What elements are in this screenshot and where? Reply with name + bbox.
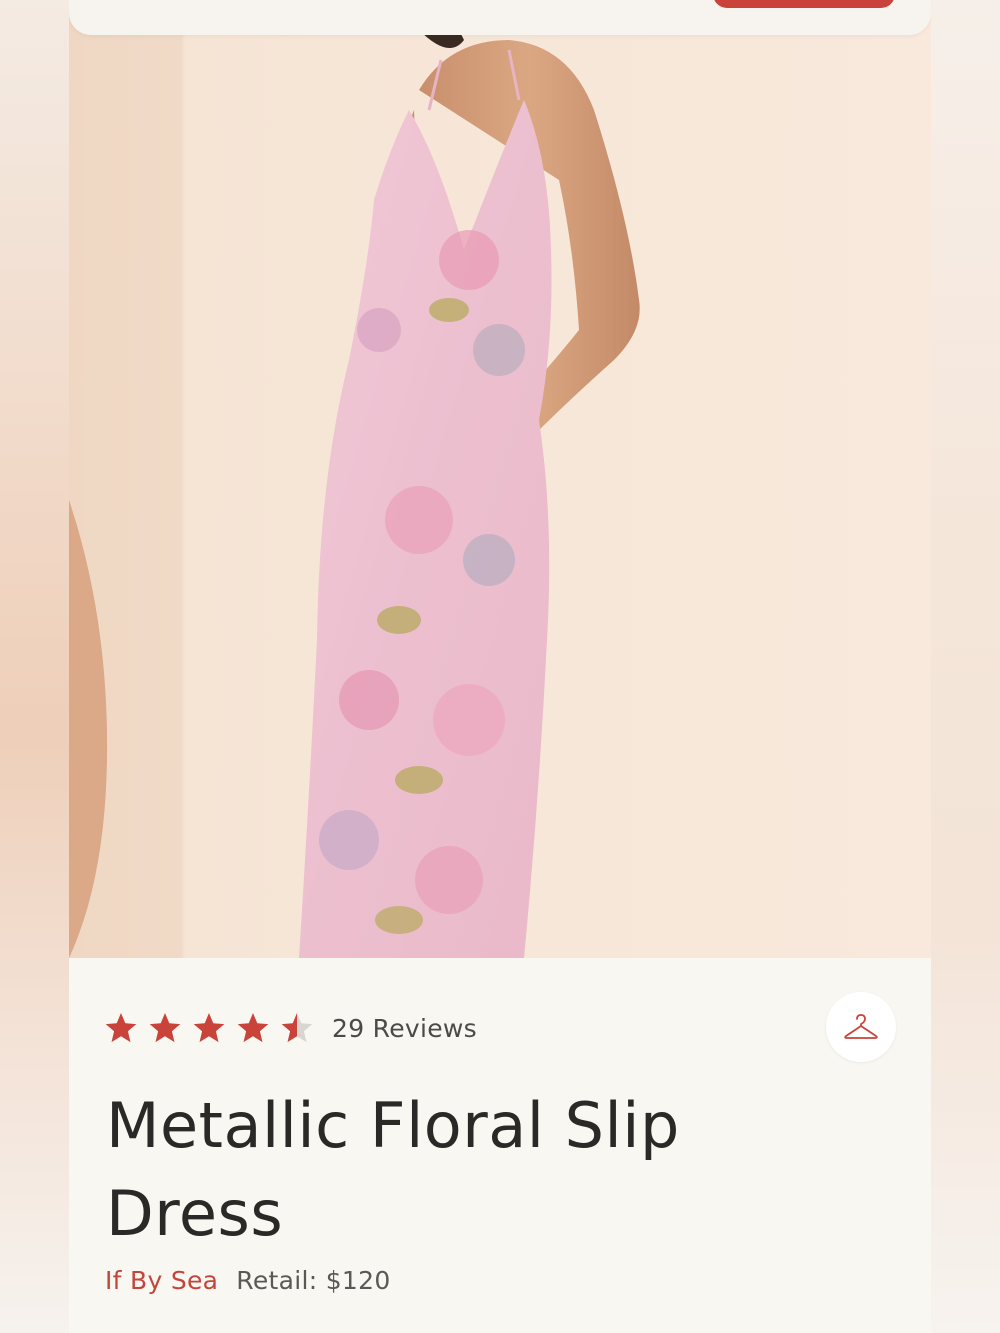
- star-icon: [281, 1013, 313, 1043]
- rating-row[interactable]: 29 Reviews: [104, 1010, 477, 1046]
- star-icon: [193, 1013, 225, 1043]
- brand-link[interactable]: If By Sea: [105, 1266, 218, 1295]
- product-info: 29 Reviews Metallic Floral Slip Dress If…: [69, 958, 931, 1333]
- retail-price: Retail: $120: [236, 1266, 391, 1295]
- star-icon: [237, 1013, 269, 1043]
- reviews-count[interactable]: 29 Reviews: [332, 1014, 477, 1043]
- product-card: 29 Reviews Metallic Floral Slip Dress If…: [69, 0, 931, 1333]
- star-icon: [149, 1013, 181, 1043]
- product-meta: If By Sea Retail: $120: [105, 1266, 391, 1295]
- rating-stars: [104, 1011, 324, 1045]
- hanger-button[interactable]: [826, 992, 896, 1062]
- hanger-icon: [844, 1014, 878, 1039]
- background-blur-right: [930, 0, 1000, 1333]
- product-title: Metallic Floral Slip Dress: [106, 1089, 680, 1250]
- star-icon: [105, 1013, 137, 1043]
- dress-illustration: [69, 0, 931, 958]
- background-blur-left: [0, 0, 70, 1333]
- top-action-button[interactable]: [713, 0, 895, 8]
- product-image[interactable]: [69, 0, 931, 958]
